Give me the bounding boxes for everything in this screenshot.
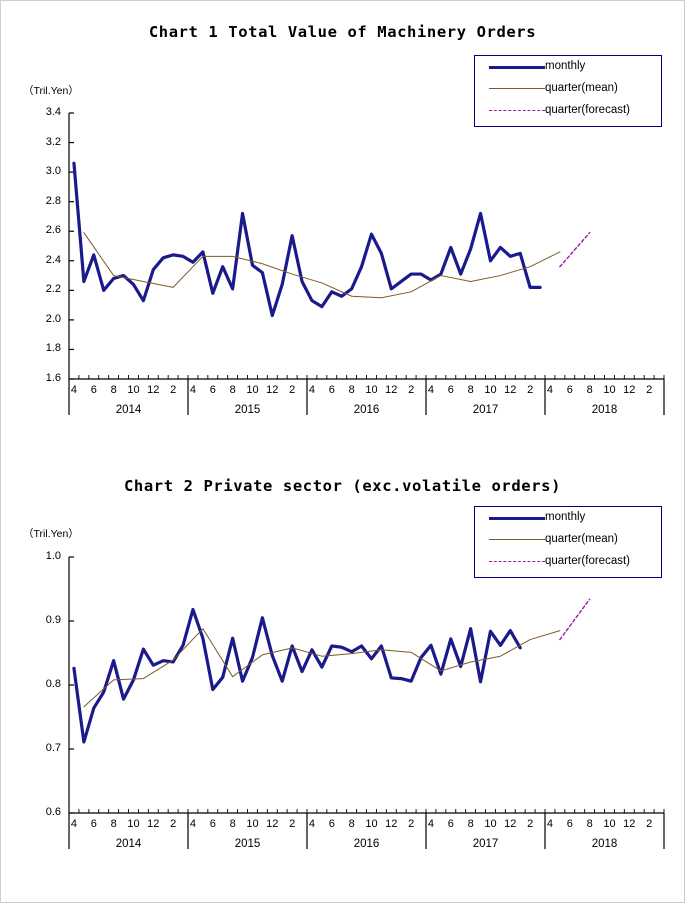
chart1-xtick-label: 8 [348,384,355,396]
chart1-ytick-label: 2.0 [45,312,61,325]
chart1-xtick-label: 10 [365,384,378,396]
chart1-xtick-label: 10 [127,384,140,396]
chart1-year-label: 2015 [234,404,261,416]
chart1-ytick-label: 2.6 [45,224,61,237]
chart2-ytick-label: 0.7 [45,742,61,754]
chart1-xtick-label: 6 [566,384,573,396]
chart1-ytick-label: 1.8 [45,342,61,355]
chart1-xtick-label: 12 [266,384,279,396]
chart2-xtick-label: 8 [229,818,236,830]
chart1-xtick-label: 12 [623,384,636,396]
chart1-year-label: 2016 [353,404,380,416]
chart2-xtick-label: 12 [504,818,517,830]
chart2-xtick-label: 10 [484,818,497,830]
chart1-ytick-label: 3.2 [45,135,61,148]
chart1-ytick-label: 2.8 [45,194,61,207]
chart1-xtick-label: 6 [447,384,454,396]
chart2-xtick-label: 12 [623,818,636,830]
chart2-xtick-label: 2 [170,818,177,830]
chart2-xtick-label: 2 [289,818,296,830]
chart2-xtick-label: 10 [603,818,616,830]
chart2-year-label: 2015 [234,838,261,850]
chart1-xtick-label: 6 [328,384,335,396]
chart1-xtick-label: 8 [229,384,236,396]
chart2-xtick-label: 2 [408,818,415,830]
chart2-xtick-label: 6 [447,818,454,830]
chart2-xtick-label: 6 [328,818,335,830]
chart1-xtick-label: 2 [646,384,653,396]
chart2-xtick-label: 4 [70,818,78,830]
chart1-ytick-label: 2.4 [45,253,61,266]
chart2-xtick-label: 6 [209,818,216,830]
chart1-xtick-label: 12 [385,384,398,396]
chart1-xtick-label: 4 [70,384,78,396]
chart2-series-monthly [72,607,522,744]
chart2-xtick-label: 10 [127,818,140,830]
chart2-year-label: 2016 [353,838,380,850]
chart2-xtick-label: 4 [427,818,435,830]
chart1-ytick-label: 3.0 [45,165,61,178]
chart1-xtick-label: 10 [484,384,497,396]
chart1-xtick-label: 12 [504,384,517,396]
chart1-xtick-label: 2 [170,384,177,396]
chart1-ytick-label: 3.4 [45,106,61,118]
chart1-xtick-label: 4 [427,384,435,396]
chart2-xtick-label: 8 [586,818,593,830]
chart2-xtick-label: 8 [467,818,474,830]
chart2-xtick-label: 12 [385,818,398,830]
chart2-xtick-label: 4 [308,818,316,830]
chart2-xtick-label: 2 [646,818,653,830]
chart1-xtick-label: 2 [527,384,534,396]
chart1-xtick-label: 4 [546,384,554,396]
chart2-xtick-label: 6 [90,818,97,830]
chart2-xtick-label: 2 [527,818,534,830]
chart2-xtick-label: 8 [348,818,355,830]
chart2-xtick-label: 12 [266,818,279,830]
chart1-series-monthly [72,161,542,318]
chart2-ytick-label: 0.8 [45,678,61,690]
chart1-year-label: 2017 [472,404,499,416]
chart1-series-quarterforecast [559,232,591,268]
chart1-xtick-label: 6 [209,384,216,396]
chart1-xtick-label: 6 [90,384,97,396]
chart1-xtick-label: 8 [467,384,474,396]
chart2-xtick-label: 12 [147,818,160,830]
chart1-xtick-label: 2 [289,384,296,396]
chart1-ytick-label: 2.2 [45,283,61,296]
chart2-xtick-label: 4 [546,818,554,830]
chart2-ytick-label: 1.0 [45,550,61,562]
chart2-year-label: 2017 [472,838,499,850]
chart1-xtick-label: 12 [147,384,160,396]
chart1-xtick-label: 4 [189,384,197,396]
chart2-year-label: 2018 [591,838,618,850]
chart2-ytick-label: 0.9 [45,614,61,626]
page-root: Chart 1 Total Value of Machinery Orders … [0,0,685,903]
chart1-xtick-label: 10 [246,384,259,396]
chart2-xtick-label: 6 [566,818,573,830]
chart2-series-quarterforecast [559,598,591,641]
chart1-xtick-label: 8 [586,384,593,396]
chart1-xtick-label: 10 [603,384,616,396]
chart2-xtick-label: 10 [246,818,259,830]
chart2-xtick-label: 10 [365,818,378,830]
chart1-xtick-label: 4 [308,384,316,396]
chart1-ytick-label: 1.6 [45,372,61,384]
chart2-xtick-label: 4 [189,818,197,830]
chart2-plot-area [1,452,685,904]
chart2-xtick-label: 8 [110,818,117,830]
chart1-xtick-label: 8 [110,384,117,396]
chart1-year-label: 2018 [591,404,618,416]
chart2-ytick-label: 0.6 [45,806,61,818]
chart1-year-label: 2014 [115,404,142,416]
chart1-xtick-label: 2 [408,384,415,396]
chart2-year-label: 2014 [115,838,142,850]
